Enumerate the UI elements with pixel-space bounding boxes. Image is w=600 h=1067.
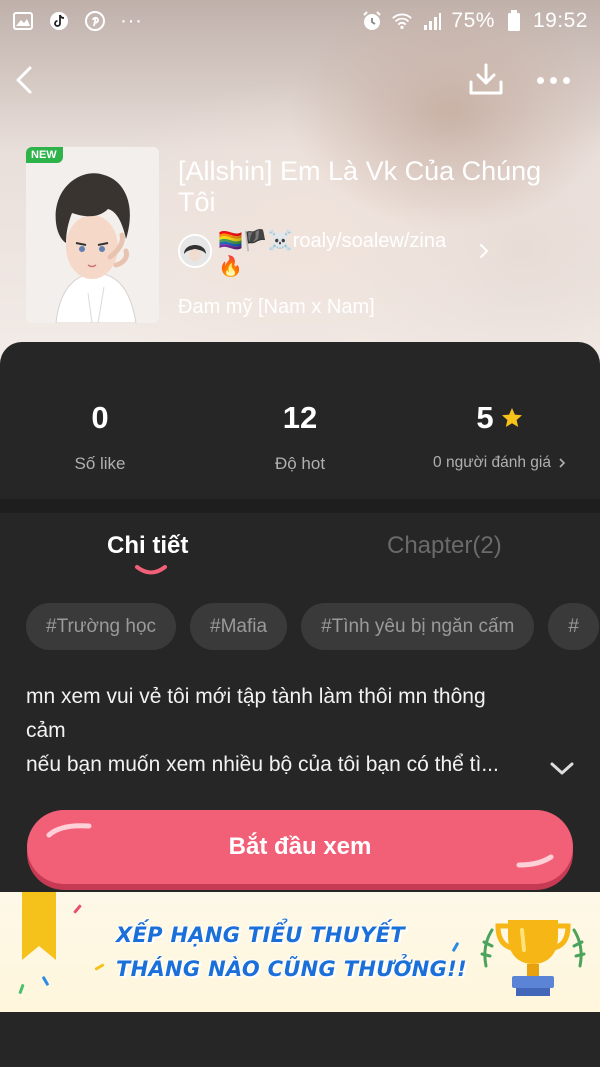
author-avatar — [178, 234, 212, 268]
pinterest-notification-icon — [84, 10, 106, 32]
likes-count: 0 — [91, 400, 109, 435]
description-line: mn xem vui vẻ tôi mới tập tành làm thôi … — [26, 685, 486, 708]
cover-illustration — [26, 147, 159, 323]
back-button[interactable] — [8, 60, 44, 100]
more-icon — [549, 76, 557, 84]
wifi-icon — [391, 10, 413, 32]
more-options-button[interactable] — [530, 60, 576, 100]
promo-line: THÁNG NÀO CŨNG THƯỞNG!! — [116, 957, 467, 981]
tag-list: #Trường học #Mafia #Tình yêu bị ngăn cấm… — [26, 603, 600, 651]
story-title: [Allshin] Em Là Vk Của Chúng Tôi — [178, 156, 542, 217]
promo-line: XẾP HẠNG TIỂU THUYẾT — [116, 923, 405, 947]
star-icon — [501, 408, 522, 427]
detail-panel: 0 Số like 12 Độ hot 5 0 người đánh giá C… — [0, 342, 600, 1067]
button-gloss — [46, 823, 92, 838]
tag-chip[interactable]: #Tình yêu bị ngăn cấm — [301, 603, 535, 650]
battery-icon — [503, 10, 525, 32]
chevron-left-icon — [16, 66, 32, 94]
rating-count-label: 0 người đánh giá — [433, 454, 551, 471]
chevron-down-icon — [550, 762, 574, 775]
trophy-icon — [480, 920, 586, 996]
start-reading-button[interactable]: Bắt đầu xem — [27, 810, 573, 884]
gallery-notification-icon — [12, 10, 34, 32]
section-divider — [0, 499, 600, 513]
description-line: cảm — [26, 719, 66, 742]
chevron-right-icon — [474, 240, 494, 262]
story-cover[interactable]: NEW — [26, 147, 159, 323]
tag-chip[interactable]: #Trường học — [26, 603, 177, 650]
alarm-icon — [361, 10, 383, 32]
author-row[interactable]: 🏳️‍🌈🏴☠️roaly/soalew/zina🔥 — [178, 228, 498, 284]
confetti-decoration — [41, 975, 50, 987]
download-button[interactable] — [466, 60, 506, 100]
confetti-decoration — [94, 963, 105, 971]
more-notifications-indicator: ··· — [120, 9, 143, 32]
bookmark-ribbon-icon — [22, 892, 56, 960]
stat-hot: 12 Độ hot — [200, 342, 400, 497]
stats-row: 0 Số like 12 Độ hot 5 0 người đánh giá — [0, 342, 600, 497]
story-genre: Đam mỹ [Nam x Nam] — [178, 296, 375, 318]
more-icon — [536, 76, 544, 84]
likes-label: Số like — [74, 454, 126, 473]
tab-details[interactable]: Chi tiết — [107, 532, 188, 560]
new-badge: NEW — [26, 147, 63, 163]
start-reading-label: Bắt đầu xem — [228, 833, 372, 860]
hot-label: Độ hot — [274, 454, 326, 473]
author-name: 🏳️‍🌈🏴☠️roaly/soalew/zina🔥 — [218, 230, 447, 278]
story-description: mn xem vui vẻ tôi mới tập tành làm thôi … — [26, 680, 546, 782]
tag-chip[interactable]: #Mafia — [190, 603, 288, 650]
hot-count: 12 — [282, 400, 318, 435]
stat-rating[interactable]: 5 0 người đánh giá — [400, 342, 600, 497]
tiktok-notification-icon — [48, 10, 70, 32]
expand-description-button[interactable] — [548, 758, 576, 778]
battery-percent: 75% — [451, 9, 495, 32]
clock: 19:52 — [532, 9, 588, 32]
more-icon — [562, 76, 570, 84]
download-icon — [469, 63, 503, 95]
description-line: nếu bạn muốn xem nhiều bộ của tôi bạn có… — [26, 753, 499, 776]
promo-banner[interactable]: XẾP HẠNG TIỂU THUYẾT THÁNG NÀO CŨNG THƯỞ… — [0, 892, 600, 1012]
button-gloss — [516, 854, 554, 868]
confetti-decoration — [18, 983, 25, 995]
chevron-right-icon — [559, 458, 566, 468]
rating-value: 5 — [476, 400, 494, 435]
tab-chapters[interactable]: Chapter(2) — [387, 532, 502, 560]
rating-value-wrap: 5 — [476, 400, 523, 436]
promo-banner-text: XẾP HẠNG TIỂU THUYẾT THÁNG NÀO CŨNG THƯỞ… — [116, 918, 467, 986]
status-bar: ··· 75% 19:52 — [0, 0, 600, 42]
signal-icon — [421, 10, 443, 32]
stat-likes: 0 Số like — [0, 342, 200, 497]
confetti-decoration — [73, 904, 82, 914]
tag-chip[interactable]: # — [548, 603, 599, 650]
rating-label-wrap: 0 người đánh giá — [433, 454, 567, 472]
active-tab-indicator — [135, 565, 167, 575]
